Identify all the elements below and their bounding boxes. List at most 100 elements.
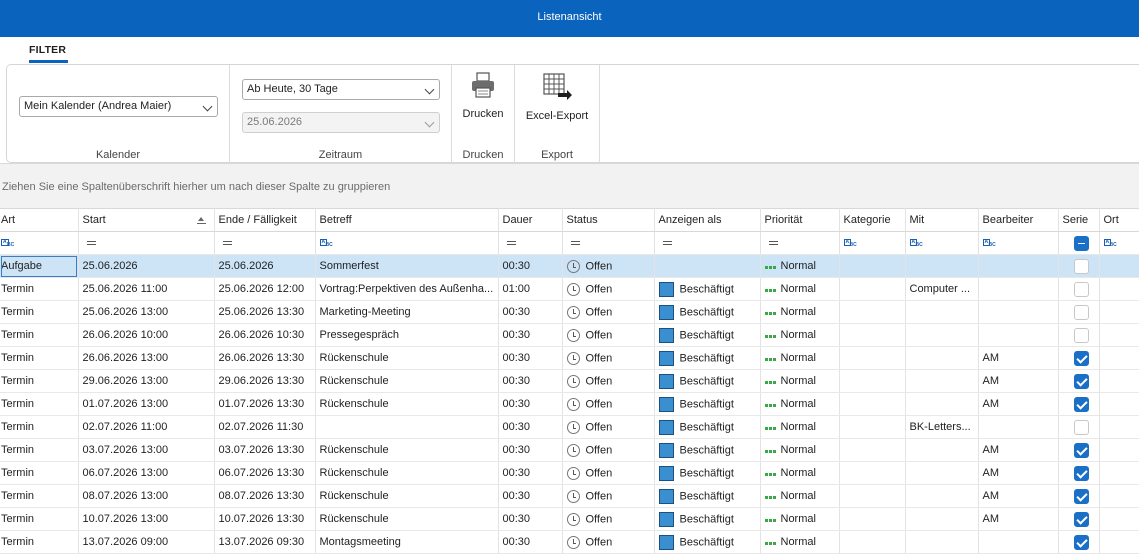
cell-mit[interactable]: BK-Letters... bbox=[905, 415, 979, 439]
cell-betreff[interactable]: Sommerfest bbox=[315, 254, 499, 278]
cell-anzeigen-als[interactable]: Beschäftigt bbox=[654, 277, 761, 301]
serie-checkbox[interactable] bbox=[1073, 396, 1089, 412]
cell-betreff[interactable]: Rückenschule bbox=[315, 369, 499, 393]
table-row[interactable]: Termin 25.06.2026 11:00 25.06.2026 12:00 Vo… bbox=[0, 277, 1139, 301]
table-row[interactable]: Termin 25.06.2026 13:00 25.06.2026 13:30 Ma… bbox=[0, 300, 1139, 324]
cell-dauer[interactable]: 00:30 bbox=[498, 346, 563, 370]
cell-start[interactable]: 10.07.2026 13:00 bbox=[78, 507, 215, 531]
filter-cell-kategorie[interactable]: A BC bbox=[839, 231, 906, 255]
cell-start[interactable]: 03.07.2026 13:00 bbox=[78, 438, 215, 462]
cell-serie[interactable] bbox=[1058, 323, 1100, 347]
cell-ort[interactable] bbox=[1099, 392, 1139, 416]
cell-ende[interactable]: 13.07.2026 09:30 bbox=[214, 530, 316, 554]
cell-dauer[interactable]: 00:30 bbox=[498, 438, 563, 462]
filter-cell-ende[interactable] bbox=[214, 231, 316, 255]
serie-checkbox[interactable] bbox=[1073, 281, 1089, 297]
column-header-anzeigen-als[interactable]: Anzeigen als bbox=[654, 208, 761, 232]
cell-serie[interactable] bbox=[1058, 461, 1100, 485]
cell-ort[interactable] bbox=[1099, 507, 1139, 531]
cell-dauer[interactable]: 00:30 bbox=[498, 415, 563, 439]
serie-checkbox[interactable] bbox=[1073, 373, 1089, 389]
serie-checkbox[interactable] bbox=[1073, 304, 1089, 320]
cell-ende[interactable]: 29.06.2026 13:30 bbox=[214, 369, 316, 393]
filter-cell-mit[interactable]: A BC bbox=[905, 231, 979, 255]
cell-ende[interactable]: 25.06.2026 12:00 bbox=[214, 277, 316, 301]
column-header-dauer[interactable]: Dauer bbox=[498, 208, 563, 232]
column-header-ort[interactable]: Ort bbox=[1099, 208, 1139, 232]
cell-mit[interactable] bbox=[905, 392, 979, 416]
cell-kategorie[interactable] bbox=[839, 346, 906, 370]
filter-cell-start[interactable] bbox=[78, 231, 215, 255]
cell-bearbeiter[interactable] bbox=[978, 277, 1059, 301]
column-header-bearbeiter[interactable]: Bearbeiter bbox=[978, 208, 1059, 232]
cell-mit[interactable] bbox=[905, 369, 979, 393]
cell-start[interactable]: 26.06.2026 13:00 bbox=[78, 346, 215, 370]
cell-art[interactable]: Termin bbox=[0, 369, 79, 393]
cell-anzeigen-als[interactable]: Beschäftigt bbox=[654, 346, 761, 370]
cell-bearbeiter[interactable]: AM bbox=[978, 507, 1059, 531]
column-header-start[interactable]: Start bbox=[78, 208, 215, 232]
serie-checkbox[interactable] bbox=[1073, 465, 1089, 481]
cell-mit[interactable] bbox=[905, 323, 979, 347]
cell-ort[interactable] bbox=[1099, 530, 1139, 554]
tab-filter[interactable]: FILTER bbox=[29, 44, 66, 56]
cell-anzeigen-als[interactable]: Beschäftigt bbox=[654, 507, 761, 531]
cell-kategorie[interactable] bbox=[839, 484, 906, 508]
cell-art[interactable]: Termin bbox=[0, 346, 79, 370]
cell-betreff[interactable]: Rückenschule bbox=[315, 507, 499, 531]
table-row[interactable]: Aufgabe 25.06.2026 25.06.2026 Sommerfest 00:… bbox=[0, 254, 1139, 278]
cell-kategorie[interactable] bbox=[839, 415, 906, 439]
cell-kategorie[interactable] bbox=[839, 461, 906, 485]
cell-bearbeiter[interactable]: AM bbox=[978, 392, 1059, 416]
table-row[interactable]: Termin 29.06.2026 13:00 29.06.2026 13:30 Rü… bbox=[0, 369, 1139, 393]
cell-dauer[interactable]: 00:30 bbox=[498, 530, 563, 554]
cell-status[interactable]: Offen bbox=[562, 346, 655, 370]
cell-ort[interactable] bbox=[1099, 484, 1139, 508]
cell-prioritaet[interactable]: Normal bbox=[760, 323, 840, 347]
cell-status[interactable]: Offen bbox=[562, 507, 655, 531]
cell-serie[interactable] bbox=[1058, 369, 1100, 393]
column-header-ende[interactable]: Ende / Fälligkeit bbox=[214, 208, 316, 232]
column-header-status[interactable]: Status bbox=[562, 208, 655, 232]
cell-start[interactable]: 25.06.2026 11:00 bbox=[78, 277, 215, 301]
cell-dauer[interactable]: 00:30 bbox=[498, 254, 563, 278]
table-row[interactable]: Termin 02.07.2026 11:00 02.07.2026 11:30 00… bbox=[0, 415, 1139, 439]
table-row[interactable]: Termin 13.07.2026 09:00 13.07.2026 09:30 Mo… bbox=[0, 530, 1139, 554]
column-header-betreff[interactable]: Betreff bbox=[315, 208, 499, 232]
cell-serie[interactable] bbox=[1058, 415, 1100, 439]
cell-ende[interactable]: 26.06.2026 10:30 bbox=[214, 323, 316, 347]
serie-checkbox[interactable] bbox=[1073, 442, 1089, 458]
cell-betreff[interactable]: Rückenschule bbox=[315, 484, 499, 508]
cell-prioritaet[interactable]: Normal bbox=[760, 530, 840, 554]
cell-anzeigen-als[interactable]: Beschäftigt bbox=[654, 438, 761, 462]
cell-prioritaet[interactable]: Normal bbox=[760, 438, 840, 462]
cell-mit[interactable] bbox=[905, 254, 979, 278]
cell-dauer[interactable]: 00:30 bbox=[498, 369, 563, 393]
column-header-prioritaet[interactable]: Priorität bbox=[760, 208, 840, 232]
cell-anzeigen-als[interactable]: Beschäftigt bbox=[654, 323, 761, 347]
cell-anzeigen-als[interactable] bbox=[654, 254, 761, 278]
serie-checkbox[interactable] bbox=[1073, 258, 1089, 274]
cell-bearbeiter[interactable]: AM bbox=[978, 484, 1059, 508]
cell-bearbeiter[interactable]: AM bbox=[978, 438, 1059, 462]
cell-ende[interactable]: 08.07.2026 13:30 bbox=[214, 484, 316, 508]
cell-status[interactable]: Offen bbox=[562, 254, 655, 278]
cell-prioritaet[interactable]: Normal bbox=[760, 300, 840, 324]
table-row[interactable]: Termin 03.07.2026 13:00 03.07.2026 13:30 Rü… bbox=[0, 438, 1139, 462]
cell-art[interactable]: Aufgabe bbox=[0, 254, 79, 278]
cell-betreff[interactable]: Rückenschule bbox=[315, 438, 499, 462]
cell-serie[interactable] bbox=[1058, 254, 1100, 278]
cell-bearbeiter[interactable] bbox=[978, 323, 1059, 347]
cell-ort[interactable] bbox=[1099, 300, 1139, 324]
table-row[interactable]: Termin 10.07.2026 13:00 10.07.2026 13:30 Rü… bbox=[0, 507, 1139, 531]
cell-kategorie[interactable] bbox=[839, 438, 906, 462]
cell-serie[interactable] bbox=[1058, 392, 1100, 416]
filter-cell-art[interactable]: A BC bbox=[0, 231, 79, 255]
cell-start[interactable]: 25.06.2026 13:00 bbox=[78, 300, 215, 324]
cell-dauer[interactable]: 00:30 bbox=[498, 484, 563, 508]
cell-kategorie[interactable] bbox=[839, 369, 906, 393]
cell-art[interactable]: Termin bbox=[0, 438, 79, 462]
cell-bearbeiter[interactable] bbox=[978, 300, 1059, 324]
table-row[interactable]: Termin 26.06.2026 13:00 26.06.2026 13:30 Rü… bbox=[0, 346, 1139, 370]
column-header-serie[interactable]: Serie bbox=[1058, 208, 1100, 232]
